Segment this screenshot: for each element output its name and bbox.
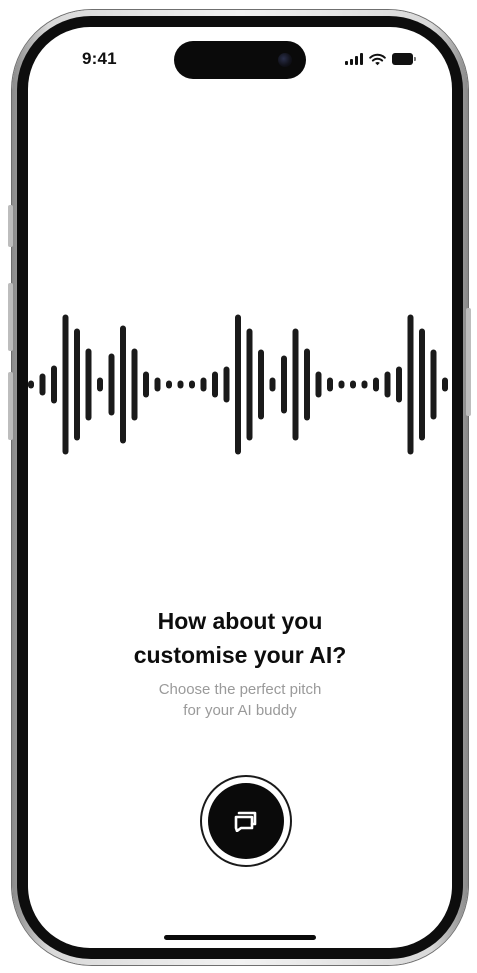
waveform-bar [212, 371, 218, 398]
waveform-bar [384, 371, 391, 398]
waveform-bar [235, 314, 241, 455]
waveform-bar [269, 377, 276, 392]
waveform-bar [373, 377, 379, 392]
signal-icon [345, 53, 363, 65]
page-subtitle-line-1: Choose the perfect pitch [158, 681, 322, 698]
waveform-bar [28, 380, 34, 389]
page-title-line-2: customise your AI? [133, 642, 347, 668]
chat-action-button[interactable] [208, 783, 284, 859]
page-title-line-1: How about you [157, 608, 323, 634]
page-subtitle: Choose the perfect pitch for your AI bud… [28, 679, 452, 721]
waveform-bar [143, 371, 149, 398]
dynamic-island [174, 41, 306, 79]
battery-icon [392, 53, 416, 65]
page-subtitle-line-2: for your AI buddy [183, 702, 297, 719]
waveform-bar [131, 348, 138, 421]
status-icons [345, 51, 416, 67]
home-indicator [164, 935, 316, 940]
waveform-bar [200, 377, 207, 392]
waveform-bar [407, 314, 414, 455]
waveform-bar [361, 380, 368, 389]
status-bar: 9:41 [28, 27, 452, 87]
status-time: 9:41 [82, 49, 117, 68]
waveform-bar [74, 328, 80, 441]
waveform-bar [85, 348, 92, 421]
waveform-bar [304, 348, 310, 421]
waveform-bar [154, 377, 161, 392]
chat-bubbles-icon [234, 811, 257, 832]
front-camera [278, 53, 292, 67]
waveform-bar [246, 328, 253, 441]
waveform-bar [97, 377, 103, 392]
waveform-bar [430, 349, 437, 420]
waveform-bar [350, 380, 356, 389]
waveform-bar [39, 373, 46, 396]
waveform-bar [396, 366, 402, 403]
page-title: How about you customise your AI? [28, 604, 452, 672]
volume-down-button [8, 372, 13, 440]
waveform-bar [338, 380, 345, 389]
voice-waveform [28, 314, 448, 455]
waveform-bar [258, 349, 264, 420]
waveform-bar [419, 328, 425, 441]
waveform-bar [223, 366, 230, 403]
power-button [466, 308, 471, 416]
wifi-icon [369, 53, 386, 65]
app-screen: 9:41 How about you customise your AI? Ch… [28, 27, 452, 948]
waveform-bar [315, 371, 322, 398]
waveform-bar [292, 328, 299, 441]
waveform-bar [281, 355, 287, 414]
waveform-bar [442, 377, 448, 392]
waveform-bar [108, 353, 115, 416]
waveform-bar [166, 380, 172, 389]
action-side-button [8, 205, 13, 247]
waveform-bar [177, 380, 184, 389]
waveform-bar [189, 380, 195, 389]
volume-up-button [8, 283, 13, 351]
waveform-bar [327, 377, 333, 392]
waveform-bar [62, 314, 69, 455]
waveform-bar [120, 325, 126, 444]
waveform-bar [51, 365, 57, 404]
